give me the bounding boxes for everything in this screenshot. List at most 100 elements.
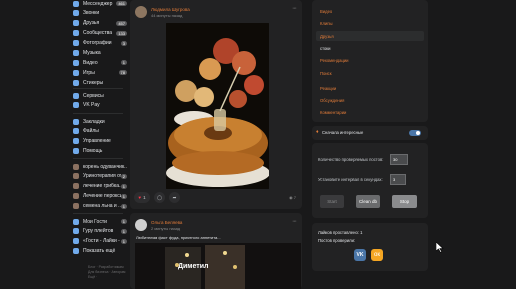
interesting-first-toggle[interactable]: ♦ Сначала интересные — [312, 126, 428, 140]
sidebar-item[interactable]: Друзья 457 — [73, 19, 127, 28]
sidebar-item-count: 1 — [120, 193, 127, 199]
footer-link[interactable]: Ещё · — [88, 275, 128, 280]
sidebar-item[interactable]: Сервисы — [73, 91, 127, 100]
views-counter: ◉ 7 — [289, 195, 296, 200]
sidebar-item-label: лечение грибка... — [83, 183, 121, 190]
like-button[interactable]: ♥ 1 — [134, 192, 150, 203]
sidebar-item-icon — [73, 248, 79, 255]
post-time[interactable]: 2 минуты назад — [151, 226, 180, 231]
sidebar-item-icon — [73, 92, 79, 99]
share-icon: ➦ — [172, 194, 177, 200]
eye-icon: ◉ — [289, 195, 293, 200]
interval-input[interactable]: 3 — [390, 174, 406, 185]
sidebar-item-icon — [73, 148, 79, 155]
sidebar-item-label: Показать ещё — [83, 248, 116, 255]
sidebar-item[interactable]: Звонки — [73, 9, 127, 18]
sidebar-item[interactable]: VK Pay — [73, 101, 127, 110]
sidebar-item-count: 1 — [120, 228, 127, 234]
sidebar-item-label: Закладки — [83, 118, 105, 125]
author-avatar[interactable] — [135, 219, 147, 231]
sidebar-item[interactable]: «Гости - Лайки - К...1 — [73, 237, 127, 246]
more-icon[interactable]: ··· — [292, 218, 297, 225]
sidebar-item-count: 3 — [120, 40, 127, 46]
sidebar-item[interactable]: Уринотерапия отз...2 — [73, 172, 127, 181]
sidebar-item-icon — [73, 102, 79, 109]
post-photo[interactable] — [166, 23, 269, 189]
sidebar-item-label: Управление — [83, 138, 111, 145]
sidebar-item[interactable]: Лечение пероксид...1 — [73, 192, 127, 201]
sidebar-item[interactable]: Мессенджер 461 — [73, 0, 127, 8]
feed-filter-panel: Видео Клипы Друзья стоки Рекомендации По… — [312, 0, 428, 122]
sidebar-item-icon — [73, 59, 79, 66]
share-button[interactable]: ➦ — [169, 192, 180, 203]
sidebar-item-label: Видео — [83, 59, 98, 66]
sidebar-item-label: VK Pay — [83, 102, 100, 109]
sidebar-item[interactable]: Музыка — [73, 49, 127, 58]
views-count: 7 — [293, 195, 296, 200]
more-icon[interactable]: ··· — [292, 5, 297, 12]
filter-reactions[interactable]: Реакции — [320, 86, 336, 91]
start-button[interactable]: Start — [320, 195, 344, 208]
sidebar-item[interactable]: Сообщества 133 — [73, 29, 127, 38]
author-avatar[interactable] — [135, 6, 147, 18]
sidebar-item-label: Фотографии — [83, 40, 112, 47]
sidebar-item-label: Игры — [83, 69, 95, 76]
sidebar-item-icon — [73, 20, 79, 27]
clean-db-button[interactable]: Clean db — [356, 195, 380, 208]
sidebar-item[interactable]: Закладки — [73, 117, 127, 126]
sidebar-item[interactable]: Помощь — [73, 147, 127, 156]
toggle-switch[interactable] — [409, 130, 421, 136]
sidebar-item[interactable]: Гуру плейтов 1 — [73, 227, 127, 236]
post-author[interactable]: Ольга Беляева — [151, 220, 182, 225]
sidebar-divider — [73, 158, 123, 159]
sidebar-item-count: 1 — [120, 203, 127, 209]
filter-search[interactable]: Поиск — [320, 71, 332, 76]
post-author[interactable]: Людмила Шугрова — [151, 7, 190, 12]
sidebar-item-label: Файлы — [83, 128, 99, 135]
sidebar-item-icon — [73, 163, 79, 170]
sidebar-item-label: Лечение пероксид... — [83, 193, 121, 200]
sidebar-item[interactable]: Файлы — [73, 127, 127, 136]
sidebar-item[interactable]: Управление — [73, 137, 127, 146]
sidebar-item-count: 1 — [120, 183, 127, 189]
sidebar-item-count: 461 — [116, 1, 127, 6]
post-count-input[interactable]: 30 — [390, 154, 408, 165]
sidebar-item[interactable]: лечение грибка... 1 — [73, 182, 127, 191]
filter-comments[interactable]: Комментарии — [320, 110, 346, 115]
sidebar-item[interactable]: семена льна и ... 1 — [73, 202, 127, 211]
post-time[interactable]: 44 минуты назад — [151, 13, 182, 18]
sidebar-item-icon — [73, 203, 79, 210]
filter-clips[interactable]: Клипы — [320, 21, 333, 26]
post-count-label: Количество проверяемых постов: — [318, 157, 384, 162]
pie-photo — [166, 23, 269, 189]
comment-button[interactable]: ◯ — [154, 192, 165, 203]
sidebar-item-icon — [73, 183, 79, 190]
sidebar-item[interactable]: Видео 1 — [73, 58, 127, 67]
post-photo[interactable]: Диметил — [135, 243, 301, 289]
sidebar-item-label: Мессенджер — [83, 0, 113, 7]
filter-discussions[interactable]: Обсуждения — [320, 98, 344, 103]
sidebar-item[interactable]: Стикеры — [73, 78, 127, 87]
sidebar-item-count: 457 — [116, 20, 127, 26]
post-actions: ♥ 1 ◯ ➦ ◉ 7 — [134, 192, 298, 204]
checked-stat: Постов проверили: — [318, 238, 356, 243]
filter-stocks[interactable]: стоки — [320, 46, 330, 51]
sidebar-item[interactable]: Мои Гости 1 — [73, 217, 127, 226]
sidebar-item-icon — [73, 50, 79, 56]
sidebar-item-icon — [73, 40, 79, 47]
sidebar-item[interactable]: корень одуванчик... — [73, 162, 127, 171]
filter-recommendations[interactable]: Рекомендации — [320, 58, 349, 63]
filter-videos[interactable]: Видео — [320, 9, 332, 14]
sidebar-item[interactable]: Показать ещё — [73, 247, 127, 256]
sidebar-item[interactable]: Фотографии 3 — [73, 39, 127, 48]
sidebar-item-label: Гуру плейтов — [83, 228, 114, 235]
vk-icon[interactable]: VK — [354, 249, 366, 261]
left-sidebar: Мессенджер 461 Звонки Друзья 457 Сообщества 13… — [73, 0, 127, 289]
bot-control-panel: Количество проверяемых постов: 30 Устано… — [312, 143, 428, 218]
ok-icon[interactable]: ок — [371, 249, 383, 261]
filter-friends[interactable]: Друзья — [320, 34, 334, 39]
sidebar-item[interactable]: Игры 78 — [73, 68, 127, 77]
mouse-cursor-icon — [436, 242, 444, 253]
stop-button[interactable]: Stop — [392, 195, 417, 208]
sidebar-item-icon — [73, 138, 79, 145]
